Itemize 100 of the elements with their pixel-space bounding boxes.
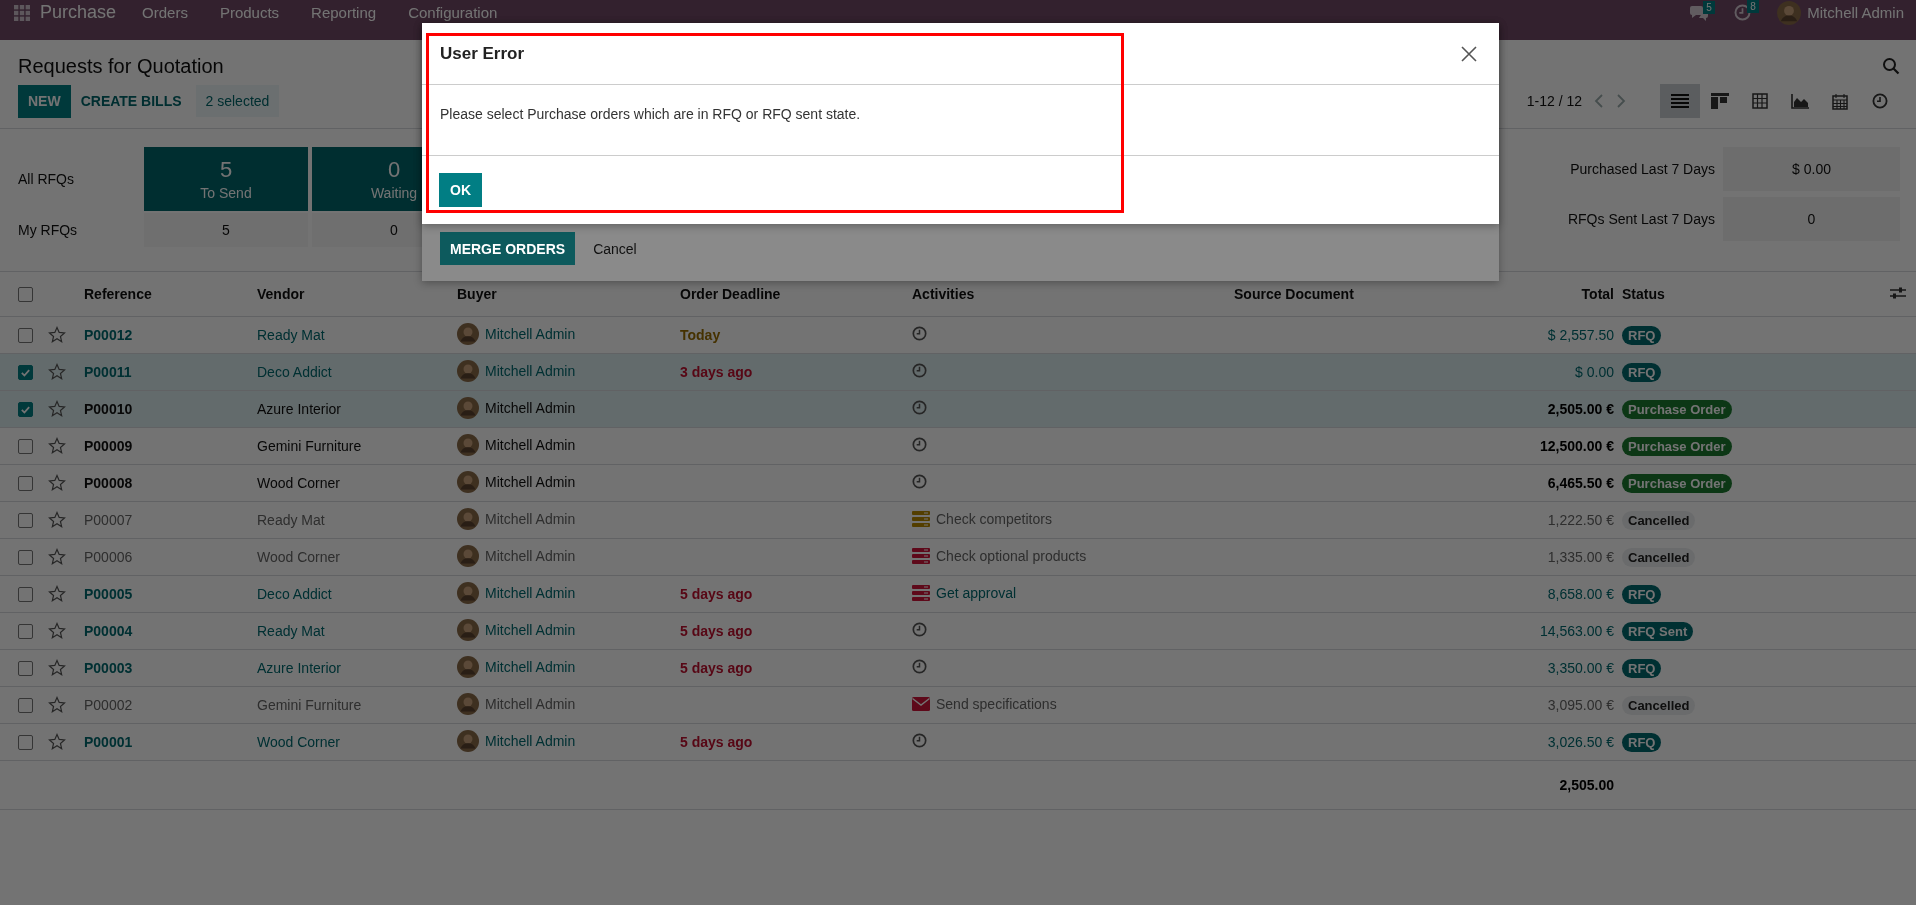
column-header[interactable]: Status <box>1622 286 1665 302</box>
table-cell: P00003 <box>84 660 133 676</box>
clock-icon[interactable] <box>912 326 927 341</box>
star-icon[interactable] <box>48 548 66 567</box>
star-icon[interactable] <box>48 622 66 641</box>
table-cell: Mitchell Admin <box>485 399 576 416</box>
checkbox[interactable] <box>18 287 33 303</box>
clock-icon[interactable] <box>912 659 927 674</box>
create-bills-button[interactable]: CREATE BILLS <box>70 84 192 118</box>
star-icon[interactable] <box>48 363 66 382</box>
menu-item[interactable]: Reporting <box>311 4 377 21</box>
activity-summary[interactable]: Get approval <box>936 584 1017 601</box>
avatar-icon <box>457 618 479 641</box>
star-icon[interactable] <box>48 659 66 678</box>
avatar-icon <box>457 322 479 345</box>
column-header[interactable]: Source Document <box>1234 286 1354 302</box>
selection-count: 2 selected <box>195 85 280 117</box>
checkbox[interactable] <box>18 698 33 714</box>
checkbox[interactable] <box>18 328 33 344</box>
checkbox[interactable] <box>18 624 33 640</box>
column-header[interactable]: Order Deadline <box>680 286 781 302</box>
star-icon[interactable] <box>48 400 66 419</box>
count-badge: 5 <box>1703 0 1715 14</box>
clock-icon[interactable] <box>912 733 927 748</box>
table-cell: P00010 <box>84 401 133 417</box>
star-icon[interactable] <box>48 585 66 604</box>
menu-item[interactable]: Orders <box>142 4 188 21</box>
checkbox[interactable] <box>18 550 33 566</box>
table-cell: Mitchell Admin <box>485 695 576 712</box>
avatar-icon <box>457 692 479 715</box>
table-cell: 5 days ago <box>680 623 753 639</box>
table-cell: Mitchell Admin <box>485 621 576 638</box>
cancel-button[interactable]: Cancel <box>583 232 647 265</box>
table-cell: Gemini Furniture <box>257 438 362 454</box>
table-cell: Mitchell Admin <box>485 547 576 564</box>
merge-orders-button[interactable]: MERGE ORDERS <box>440 232 576 265</box>
checkbox[interactable] <box>18 476 33 492</box>
clock-icon[interactable] <box>912 474 927 489</box>
table-cell: 3,350.00 € <box>1547 660 1614 676</box>
star-icon[interactable] <box>48 437 66 456</box>
table-cell: Mitchell Admin <box>485 362 576 379</box>
status-badge: RFQ <box>1622 584 1662 604</box>
area-chart-icon <box>1791 93 1809 109</box>
activity-summary[interactable]: Check optional products <box>936 547 1087 564</box>
sliders-icon[interactable] <box>1890 285 1906 300</box>
menu-item[interactable]: Configuration <box>408 4 498 21</box>
chevron-right-icon[interactable] <box>1616 94 1626 108</box>
star-icon[interactable] <box>48 511 66 530</box>
clock-icon[interactable] <box>912 400 927 415</box>
star-icon[interactable] <box>48 696 66 715</box>
tile-label: To Send <box>200 185 252 201</box>
clock-icon[interactable] <box>912 622 927 637</box>
avatar-icon <box>457 507 479 530</box>
apps-menu-icon[interactable] <box>14 4 30 21</box>
table-cell: 3,095.00 € <box>1547 697 1614 713</box>
clock-icon[interactable] <box>912 363 927 378</box>
error-message: Please select Purchase orders which are in RFQ or RFQ sent state. <box>440 106 861 122</box>
table-cell: P00011 <box>84 364 132 380</box>
column-header[interactable]: Total <box>1581 286 1614 302</box>
checkbox[interactable] <box>18 365 33 381</box>
user-avatar-icon <box>1777 0 1802 25</box>
ok-button[interactable]: OK <box>439 173 482 207</box>
table-cell: 2,505.00 € <box>1547 401 1614 417</box>
grid-table-icon <box>1752 93 1768 109</box>
table-cell: 5 days ago <box>680 734 753 750</box>
app-name[interactable]: Purchase <box>40 3 117 22</box>
stat-value: $ 0.00 <box>1723 147 1900 191</box>
chevron-left-icon[interactable] <box>1594 94 1604 108</box>
status-badge: RFQ <box>1622 732 1662 752</box>
activity-summary[interactable]: Send specifications <box>936 696 1057 712</box>
new-button[interactable]: NEW <box>18 84 71 118</box>
column-header[interactable]: Activities <box>912 286 975 302</box>
star-icon[interactable] <box>48 474 66 493</box>
column-header[interactable]: Vendor <box>257 286 305 302</box>
clock-icon[interactable] <box>912 437 927 452</box>
column-header[interactable]: Reference <box>84 286 152 302</box>
table-cell: Azure Interior <box>257 660 342 676</box>
star-icon[interactable] <box>48 326 66 345</box>
activity-summary[interactable]: Check competitors <box>936 510 1052 527</box>
checkbox[interactable] <box>18 735 33 751</box>
view-switch-button[interactable] <box>1660 84 1700 118</box>
checkbox[interactable] <box>18 402 33 418</box>
close-icon <box>1461 45 1477 62</box>
table-cell: 1,222.50 € <box>1547 512 1614 528</box>
stat-value[interactable]: 5 <box>144 213 308 247</box>
stat-tile[interactable]: 5 To Send <box>144 147 308 211</box>
checkbox[interactable] <box>18 513 33 529</box>
checkbox[interactable] <box>18 587 33 603</box>
menu-item[interactable]: Products <box>219 4 280 21</box>
search-icon[interactable] <box>1882 57 1900 75</box>
table-cell: P00001 <box>84 734 133 750</box>
status-badge: Purchase Order <box>1622 436 1732 456</box>
table-cell: 6,465.50 € <box>1547 475 1614 491</box>
checkbox[interactable] <box>18 439 33 455</box>
checkbox[interactable] <box>18 661 33 677</box>
star-icon[interactable] <box>48 733 66 752</box>
table-cell: Azure Interior <box>257 401 342 417</box>
column-header[interactable]: Buyer <box>457 286 497 302</box>
user-menu[interactable]: Mitchell Admin <box>1807 4 1904 21</box>
pager-value[interactable]: 1-12 / 12 <box>1526 93 1582 109</box>
